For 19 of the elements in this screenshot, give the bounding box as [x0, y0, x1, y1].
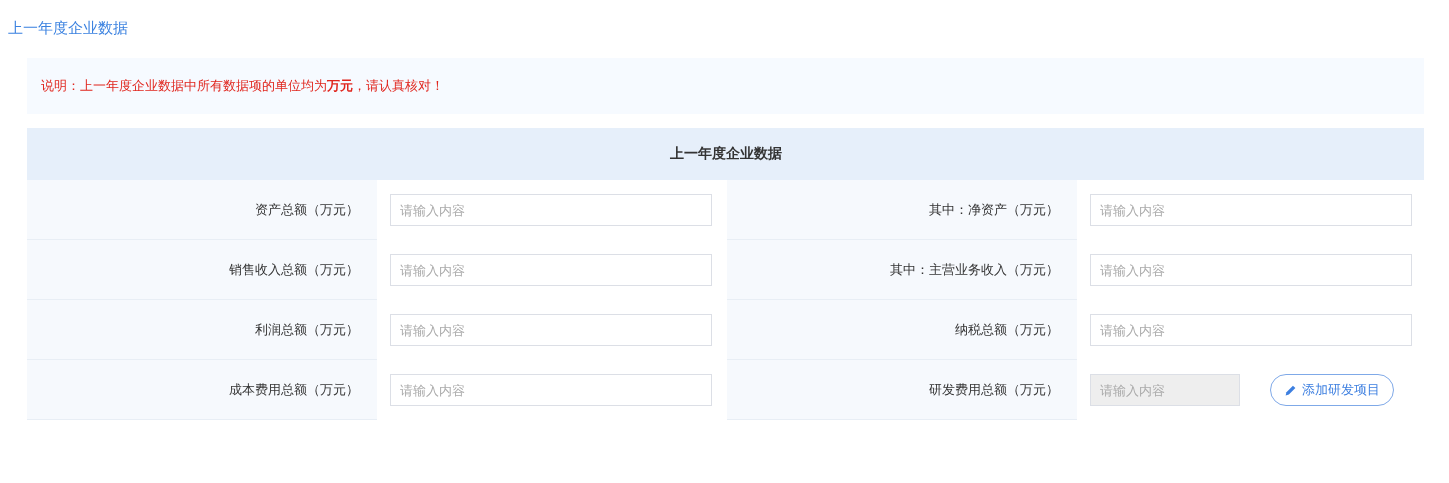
input-field[interactable]: 请输入内容 — [1090, 194, 1412, 226]
field-label: 研发费用总额（万元） — [727, 360, 1077, 420]
field-label: 纳税总额（万元） — [727, 300, 1077, 360]
input-field[interactable]: 请输入内容 — [390, 254, 712, 286]
field-label: 其中：净资产（万元） — [727, 180, 1077, 240]
table-header: 上一年度企业数据 — [27, 128, 1424, 180]
field-label: 其中：主营业务收入（万元） — [727, 240, 1077, 300]
input-field[interactable]: 请输入内容 — [390, 374, 712, 406]
input-field[interactable]: 请输入内容 — [390, 194, 712, 226]
field-label: 资产总额（万元） — [27, 180, 377, 240]
field-label: 成本费用总额（万元） — [27, 360, 377, 420]
input-field[interactable]: 请输入内容 — [1090, 254, 1412, 286]
input-field[interactable]: 请输入内容 — [390, 314, 712, 346]
input-field[interactable]: 请输入内容 — [1090, 314, 1412, 346]
field-label: 销售收入总额（万元） — [27, 240, 377, 300]
pencil-icon — [1284, 383, 1297, 397]
notice-text: 说明：上一年度企业数据中所有数据项的单位均为万元，请认真核对！ — [41, 77, 444, 95]
field-label: 利润总额（万元） — [27, 300, 377, 360]
page-title: 上一年度企业数据 — [8, 19, 128, 38]
